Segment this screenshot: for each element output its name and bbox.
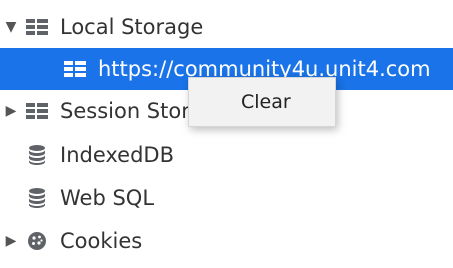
clear-menu-item[interactable]: Clear <box>189 78 335 126</box>
tree-item-web-sql[interactable]: Web SQL <box>0 177 453 219</box>
storage-grid-icon <box>22 99 52 123</box>
expand-arrow-right-icon[interactable]: ▶ <box>0 103 22 119</box>
tree-item-label: Web SQL <box>60 185 155 210</box>
storage-grid-icon <box>22 15 52 39</box>
database-icon <box>22 143 52 167</box>
tree-item-label: IndexedDB <box>60 142 174 167</box>
expand-arrow-down-icon[interactable]: ▼ <box>0 19 22 35</box>
tree-item-indexeddb[interactable]: IndexedDB <box>0 134 453 176</box>
cookie-icon <box>22 229 52 253</box>
tree-item-cookies[interactable]: ▶ Cookies <box>0 220 453 262</box>
context-menu: Clear <box>188 77 336 127</box>
expand-arrow-right-icon[interactable]: ▶ <box>0 233 22 249</box>
tree-item-label: Local Storage <box>60 14 204 39</box>
tree-item-local-storage[interactable]: ▼ Local Storage <box>0 6 453 48</box>
application-storage-tree: ▼ Local Storage https://community4u.unit… <box>0 0 453 268</box>
tree-item-label: Cookies <box>60 228 143 253</box>
database-icon <box>22 186 52 210</box>
storage-grid-icon <box>60 57 90 81</box>
